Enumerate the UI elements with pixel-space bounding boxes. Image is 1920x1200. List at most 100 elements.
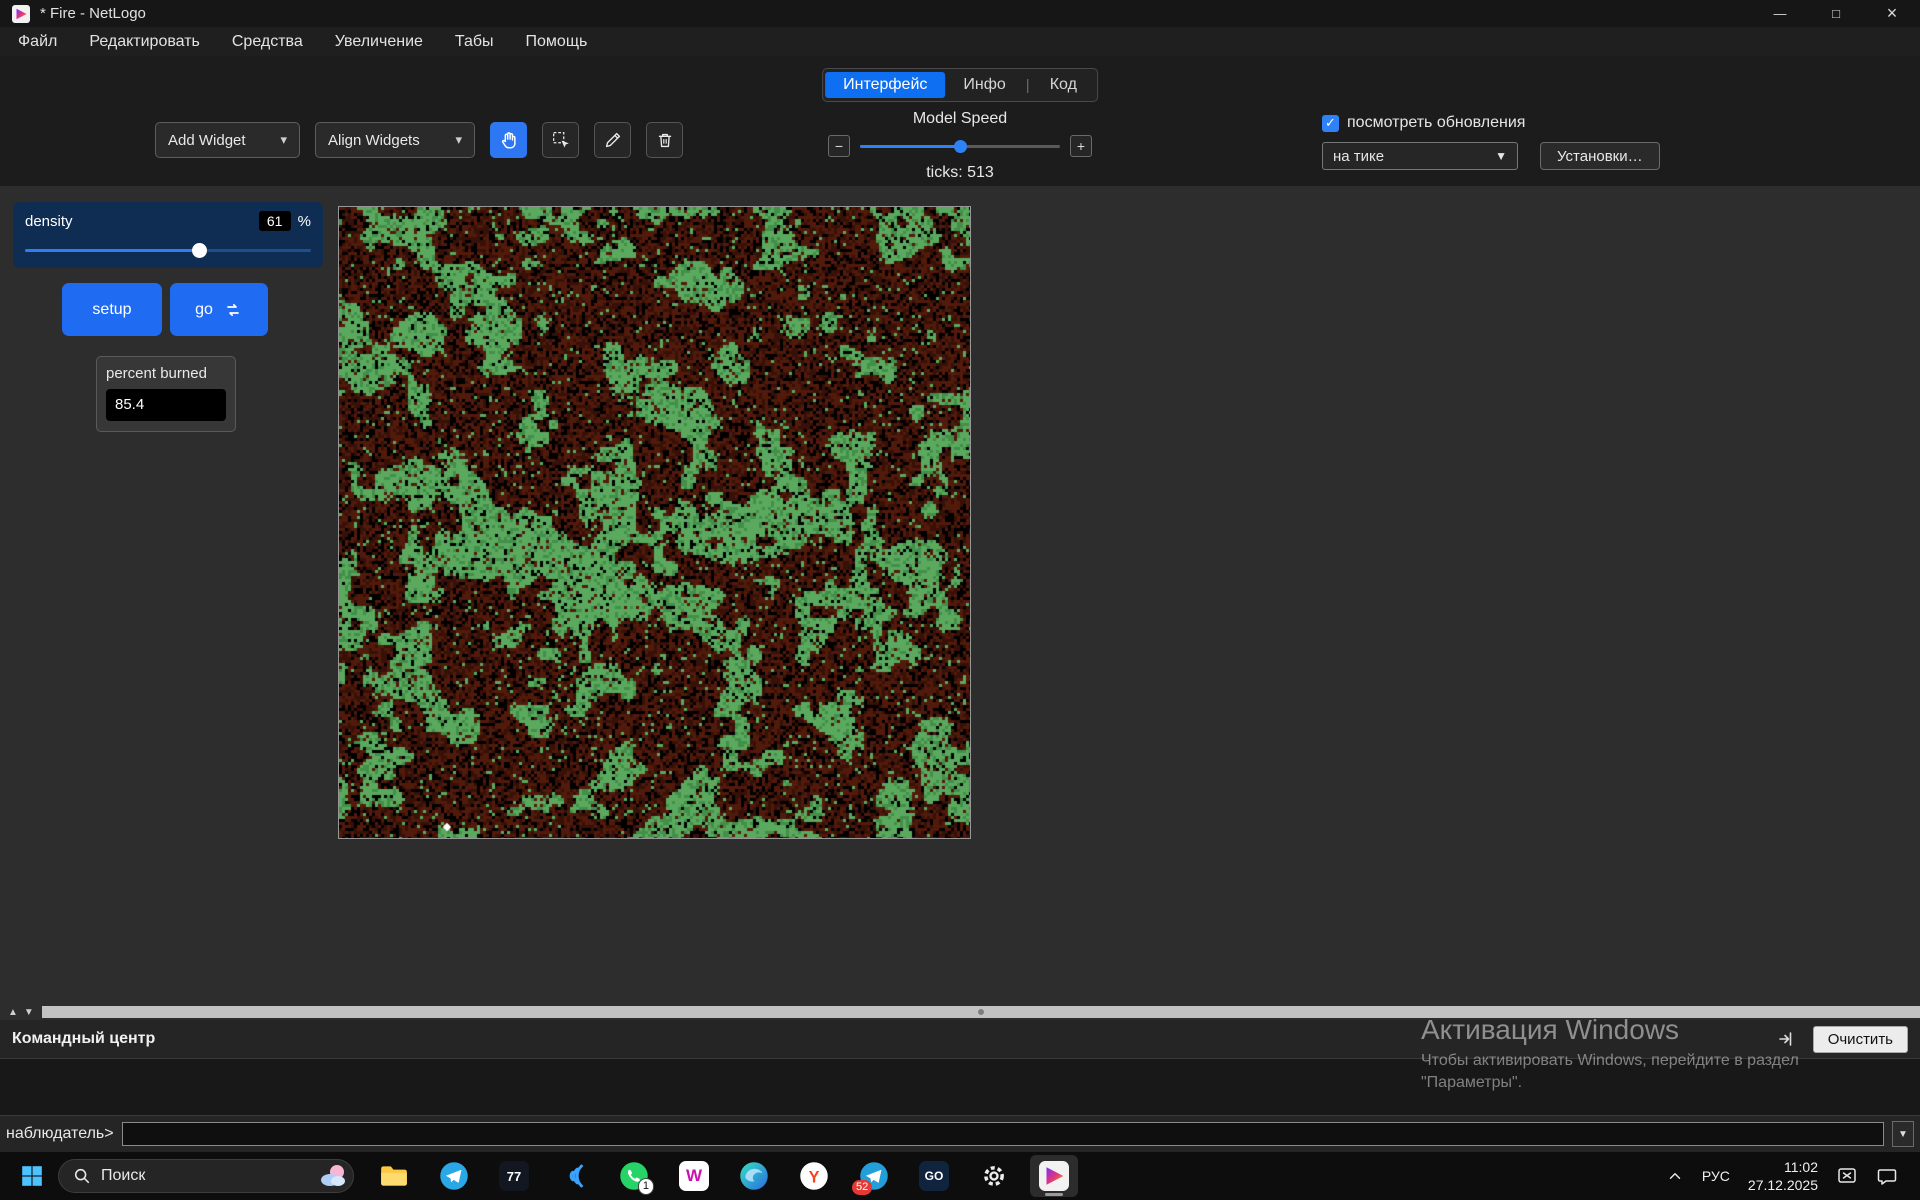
taskbar-trading-app[interactable]: 77 [490,1155,538,1197]
chevron-down-icon: ▼ [1495,149,1507,163]
splitter-up-icon[interactable]: ▲ [8,1007,18,1018]
settings-button[interactable]: Установки… [1540,142,1660,170]
taskbar-whatsapp[interactable]: 1 [610,1155,658,1197]
marquee-select-icon [550,129,572,151]
update-mode-dropdown[interactable]: на тике ▼ [1322,142,1518,170]
taskbar: Поиск 77 [0,1152,1920,1200]
speed-slider-fill [860,145,960,148]
tab-bar: Интерфейс Инфо | Код [822,68,1098,102]
tab-info[interactable]: Инфо [945,72,1023,98]
speed-increase-button[interactable]: + [1070,135,1092,157]
add-widget-label: Add Widget [168,132,246,149]
speed-slider-thumb[interactable] [954,140,967,153]
notification-icon[interactable] [1876,1165,1898,1187]
splitter-bar[interactable] [42,1006,1920,1018]
density-value: 61 [259,211,291,231]
taskbar-wildberries[interactable]: W [670,1155,718,1197]
tab-code[interactable]: Код [1032,72,1095,98]
whatsapp-badge: 1 [638,1178,654,1195]
command-input[interactable] [122,1122,1884,1146]
align-widgets-label: Align Widgets [328,132,420,149]
interact-tool-button[interactable] [490,122,527,158]
yandex-icon: Y [799,1161,829,1191]
menu-edit[interactable]: Редактировать [73,27,216,56]
view-updates-checkbox[interactable]: ✓ [1322,115,1339,132]
taskbar-date: 27.12.2025 [1748,1176,1818,1194]
clear-button[interactable]: Очистить [1813,1026,1908,1053]
menu-file[interactable]: Файл [2,27,73,56]
taskbar-telegram[interactable] [430,1155,478,1197]
view-updates-control: ✓ посмотреть обновления на тике ▼ Устано… [1322,114,1660,170]
density-unit: % [298,213,311,230]
netlogo-app-icon [12,5,30,23]
model-speed-control: Model Speed − + ticks: 513 [770,110,1150,182]
command-center-splitter[interactable]: ▲ ▼ [0,1004,1920,1020]
density-slider-fill [25,249,199,252]
menu-tabs[interactable]: Табы [439,27,510,56]
menu-tools[interactable]: Средства [216,27,319,56]
update-mode-value: на тике [1333,148,1384,165]
taskbar-clock[interactable]: 11:02 27.12.2025 [1748,1158,1818,1194]
menu-help[interactable]: Помощь [510,27,604,56]
gear-icon [980,1162,1008,1190]
taskbar-messenger[interactable]: 52 [850,1155,898,1197]
command-center-title: Командный центр [12,1030,155,1048]
tab-interface[interactable]: Интерфейс [825,72,945,98]
maximize-button[interactable]: □ [1808,0,1864,27]
tray-app-icon[interactable] [1836,1165,1858,1187]
chevron-down-icon: ▾ [455,132,462,148]
command-history-dropdown[interactable]: ▼ [1892,1121,1914,1147]
wildberries-icon: W [679,1161,709,1191]
taskbar-netlogo[interactable] [1030,1155,1078,1197]
language-indicator[interactable]: РУС [1702,1168,1730,1184]
menu-zoom[interactable]: Увеличение [319,27,439,56]
taskbar-file-explorer[interactable] [370,1155,418,1197]
align-widgets-dropdown[interactable]: Align Widgets ▾ [315,122,475,158]
select-tool-button[interactable] [542,122,579,158]
go-button[interactable]: go [170,283,268,336]
edit-tool-button[interactable] [594,122,631,158]
monitor-label: percent burned [106,365,226,382]
add-widget-dropdown[interactable]: Add Widget ▾ [155,122,300,158]
taskbar-edge[interactable] [730,1155,778,1197]
delete-tool-button[interactable] [646,122,683,158]
trash-icon [654,129,676,151]
model-speed-label: Model Speed [770,110,1150,128]
windows-logo-icon [20,1164,44,1188]
netlogo-window: * Fire - NetLogo — □ × Файл Редактироват… [0,0,1920,1200]
minimize-button[interactable]: — [1752,0,1808,27]
waves-icon [559,1161,589,1191]
taskbar-go-app[interactable]: GO [910,1155,958,1197]
search-label: Поиск [101,1167,145,1185]
percent-burned-monitor: percent burned 85.4 [96,356,236,432]
trading-app-icon: 77 [499,1161,529,1191]
taskbar-yandex-browser[interactable]: Y [790,1155,838,1197]
splitter-down-icon[interactable]: ▼ [24,1007,34,1018]
taskbar-search[interactable]: Поиск [58,1159,354,1193]
density-label: density [25,213,73,230]
search-icon [73,1167,91,1185]
command-output-area[interactable] [0,1058,1920,1116]
svg-text:Y: Y [809,1168,820,1186]
observer-prompt: наблюдатель> [6,1125,114,1143]
speed-slider[interactable] [860,139,1060,153]
density-slider[interactable] [25,242,311,258]
telegram-icon [439,1161,469,1191]
density-slider-thumb[interactable] [192,243,207,258]
start-button[interactable] [10,1156,54,1196]
tray-expand-icon[interactable] [1666,1167,1684,1185]
pencil-icon [602,129,624,151]
monitor-value: 85.4 [106,389,226,421]
detach-icon[interactable] [1775,1028,1797,1050]
folder-icon [379,1163,409,1189]
weather-icon[interactable] [317,1162,349,1190]
density-slider-widget[interactable]: density 61 % [13,202,323,268]
taskbar-settings[interactable] [970,1155,1018,1197]
setup-button[interactable]: setup [62,283,162,336]
close-button[interactable]: × [1864,0,1920,27]
netlogo-taskbar-icon [1039,1161,1069,1191]
menu-bar: Файл Редактировать Средства Увеличение Т… [0,27,1920,56]
taskbar-waves-app[interactable] [550,1155,598,1197]
speed-decrease-button[interactable]: − [828,135,850,157]
world-view[interactable] [338,206,971,839]
